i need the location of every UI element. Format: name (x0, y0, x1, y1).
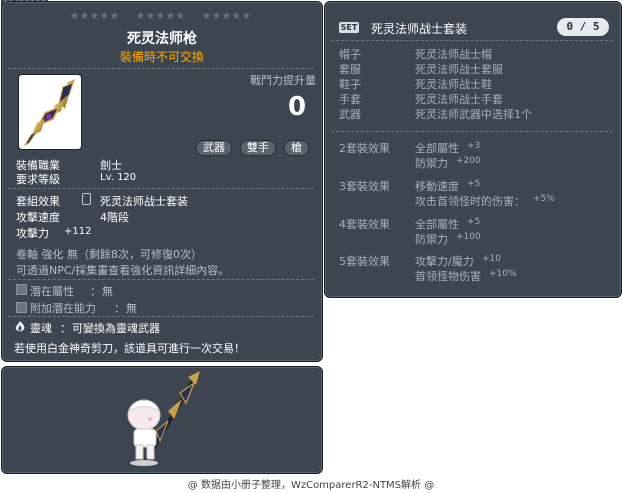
item-icon-frame (18, 74, 82, 150)
set-part-slot: 武器 (339, 108, 361, 121)
set-title: 死灵法师战士套装 (371, 22, 468, 36)
set-effect-value: +3 (467, 141, 481, 151)
set-effect-value: 死灵法师战士套装 (100, 195, 188, 208)
set-part-name: 死灵法师战士手套 (415, 93, 503, 106)
set-part-name: 死灵法师战士鞋 (415, 78, 492, 91)
set-effect-value: +100 (456, 232, 481, 242)
set-effect-stat: 攻擊力/魔力 (415, 255, 474, 268)
spear-icon (23, 79, 75, 147)
divider (8, 188, 314, 189)
footer-credit: @ 数据由小册子整理，WzComparerR2-NTMS解析 @ (187, 480, 435, 491)
star-force-row-1: ★★★★★ (70, 11, 120, 22)
set-effect-label: 套組效果 (16, 195, 60, 208)
scroll-enhance-line: 卷軸 強化 無（剩餘8次，可修復0次） (16, 248, 202, 261)
soul-value: 可變換為靈魂武器 (72, 322, 160, 335)
set-part-slot: 手套 (339, 93, 361, 106)
job-value: 劍士 (100, 159, 122, 172)
divider (331, 131, 613, 132)
set-part-name: 死灵法师武器中选择1个 (415, 108, 532, 121)
potential-value: 無 (102, 285, 113, 298)
set-effect-tier-label: 4套裝效果 (339, 218, 390, 231)
set-count: 0 / 5 (557, 18, 609, 36)
attack-value: +112 (64, 226, 92, 237)
set-effect-stat: 全部屬性 (415, 142, 459, 155)
set-effect-value: +10 (482, 254, 501, 264)
soul-label: 靈魂 (30, 322, 52, 335)
set-effect-tier-label: 2套裝效果 (339, 142, 390, 155)
set-part-name: 死灵法师战士帽 (415, 48, 492, 61)
level-label: 要求等級 (16, 173, 60, 186)
star-force-row-3: ★★★★★ (202, 11, 252, 22)
attack-speed-label: 攻擊速度 (16, 211, 60, 224)
set-effect-stat: 防禦力 (415, 233, 448, 246)
item-tooltip: ★★★★★ ★★★★★ ★★★★★ 死灵法师枪 裝備時不可交換 戰鬥力提升量 0… (1, 1, 323, 362)
trade-note: 裝備時不可交換 (119, 50, 204, 64)
set-effect-value: +200 (456, 156, 481, 166)
tag-weapon: 武器 (196, 140, 232, 156)
attack-label: 攻擊力 (16, 227, 49, 240)
set-effect-value: +10% (489, 269, 517, 279)
divider (331, 40, 613, 41)
star-force-row-2: ★★★★★ (136, 11, 186, 22)
level-value: Lv. 120 (100, 172, 137, 183)
tag-spear: 槍 (284, 140, 309, 156)
set-effect-value: +5% (533, 194, 555, 204)
set-part-slot: 帽子 (339, 48, 361, 61)
character-preview-panel (1, 366, 323, 474)
set-effect-stat: 全部屬性 (415, 218, 459, 231)
set-part-name: 死灵法师战士套服 (415, 63, 503, 76)
set-effect-tier-label: 3套裝效果 (339, 180, 390, 193)
divider (8, 68, 314, 69)
potential-icon (16, 284, 27, 295)
power-label: 戰鬥力提升量 (250, 74, 316, 87)
additional-potential-label: 附加潛在能力 (30, 302, 96, 315)
set-effect-stat: 攻击首领怪时的伤害： (415, 195, 525, 208)
set-part-slot: 套服 (339, 63, 361, 76)
set-effect-panel: SET 死灵法师战士套装 0 / 5 帽子 死灵法师战士帽套服 死灵法师战士套服鞋子… (324, 1, 622, 298)
set-badge: SET (339, 22, 359, 33)
power-value: 0 (288, 92, 307, 122)
npc-info-line: 可透過NPC/採集畫查看強化資訊詳細內容。 (16, 264, 230, 277)
set-effect-tier-label: 5套裝效果 (339, 255, 390, 268)
set-part-slot: 鞋子 (339, 78, 361, 91)
set-effect-value: +5 (467, 217, 481, 227)
item-name: 死灵法师枪 (127, 31, 197, 47)
divider (8, 279, 314, 280)
potential-label: 潛在屬性 (30, 285, 74, 298)
set-effect-stat: 移動速度 (415, 180, 459, 193)
soul-flame-icon (15, 321, 25, 332)
additional-potential-icon (16, 302, 27, 313)
attack-speed-value: 4階段 (100, 211, 129, 224)
set-info-icon[interactable] (82, 193, 91, 205)
additional-potential-value: 無 (126, 302, 137, 315)
set-effect-value: +5 (467, 179, 481, 189)
divider (8, 316, 314, 317)
set-effect-stat: 防禦力 (415, 157, 448, 170)
platinum-scissors-note: 若使用白金神奇剪刀，該道具可進行一次交易！ (14, 342, 245, 355)
character-avatar (127, 371, 200, 466)
set-effect-stat: 首领怪物伤害 (415, 270, 481, 283)
tag-two-handed: 雙手 (240, 140, 276, 156)
